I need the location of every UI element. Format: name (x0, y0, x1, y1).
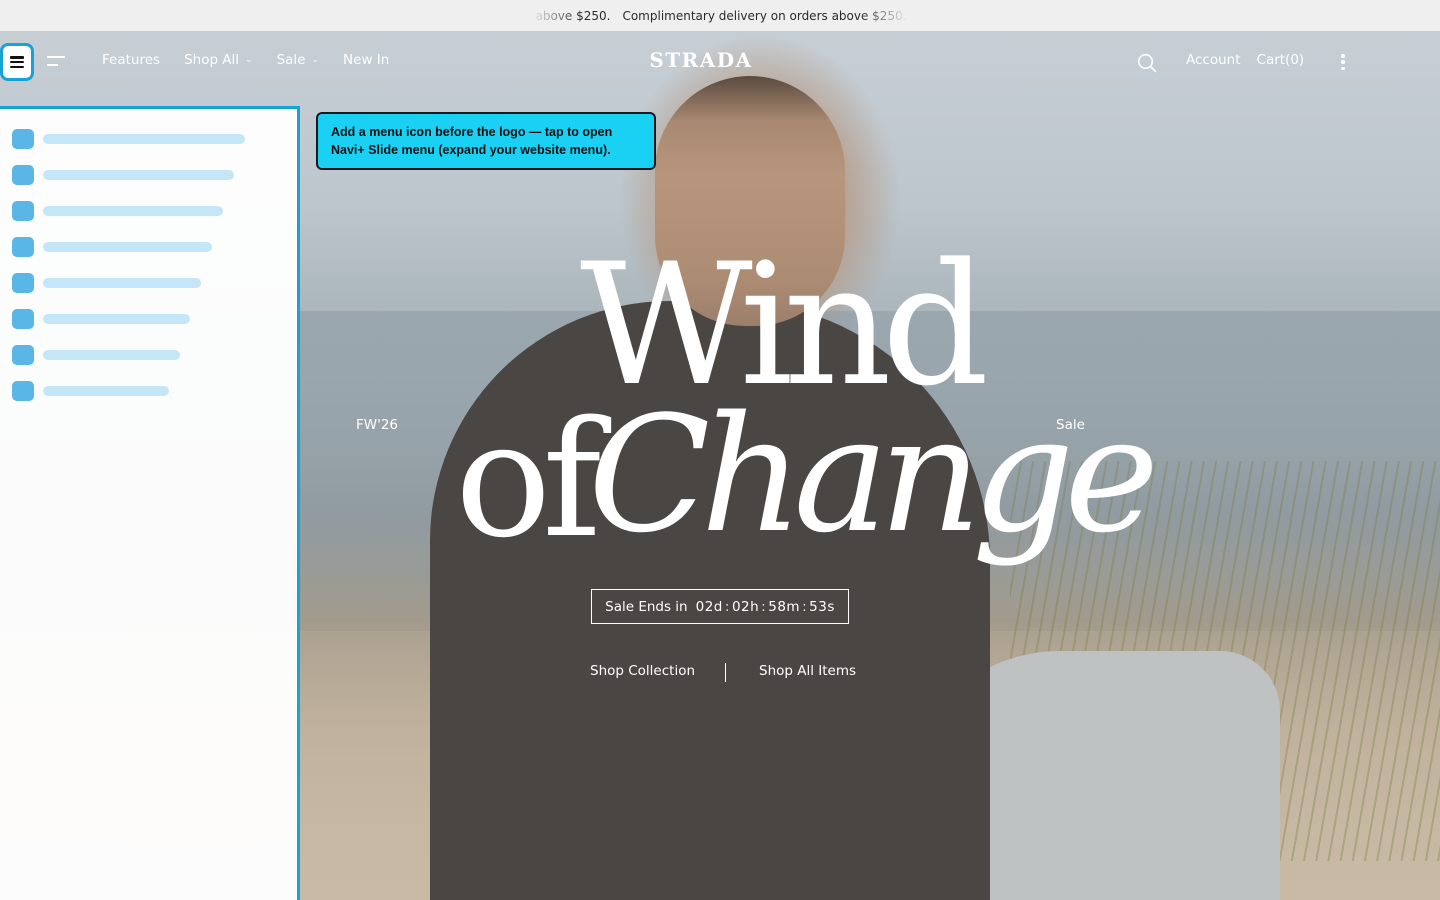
chevron-down-icon: ⌄ (311, 55, 320, 65)
announcement-bar: ers above $250. Complimentary delivery o… (0, 0, 1440, 31)
main-navigation: Features Shop All ⌄ Sale ⌄ New In (102, 52, 389, 68)
skeleton-menu-item (12, 165, 234, 185)
account-link[interactable]: Account (1186, 52, 1241, 68)
skeleton-menu-item (12, 129, 245, 149)
skeleton-menu-item (12, 237, 212, 257)
marquee-fade-right (860, 0, 920, 31)
countdown-separator: : (724, 598, 730, 615)
collection-label: FW'26 (356, 417, 399, 433)
cta-divider (725, 663, 726, 682)
nav-item-new-in[interactable]: New In (343, 52, 389, 68)
site-logo[interactable]: STRADA (646, 48, 756, 72)
more-vertical-icon[interactable] (1341, 54, 1345, 70)
countdown-label: Sale Ends in (605, 598, 688, 615)
menu-icon (10, 56, 24, 68)
skeleton-menu-item (12, 381, 169, 401)
countdown-minutes: 58m (768, 598, 801, 615)
slide-menu-preview (0, 106, 300, 900)
nav-item-label: Shop All (184, 52, 240, 68)
sale-countdown: Sale Ends in 02d : 02h : 58m : 53s (591, 589, 849, 624)
countdown-days: 02d (695, 598, 723, 615)
countdown-hours: 02h (731, 598, 760, 615)
nav-item-label: Features (102, 52, 161, 68)
shop-collection-link[interactable]: Shop Collection (590, 663, 695, 679)
countdown-seconds: 53s (809, 598, 835, 615)
skeleton-menu-item (12, 345, 180, 365)
nav-item-label: New In (343, 52, 390, 68)
skeleton-menu-item (12, 201, 223, 221)
search-icon[interactable] (1137, 53, 1157, 73)
cart-link[interactable]: Cart(0) (1257, 52, 1305, 68)
menu-icon-button[interactable] (0, 43, 34, 81)
nav-item-label: Sale (276, 52, 306, 68)
skeleton-menu-item (12, 273, 201, 293)
countdown-separator: : (802, 598, 808, 615)
lines-icon[interactable] (47, 56, 65, 66)
chevron-down-icon: ⌄ (245, 55, 253, 65)
onboarding-tooltip: Add a menu icon before the logo — tap to… (316, 112, 656, 170)
marquee-fade-left (520, 0, 580, 31)
hero-title-of: of (455, 386, 602, 573)
nav-item-shop-all[interactable]: Shop All ⌄ (184, 52, 253, 68)
nav-item-features[interactable]: Features (102, 52, 160, 68)
shop-all-items-link[interactable]: Shop All Items (759, 663, 856, 679)
skeleton-menu-item (12, 309, 190, 329)
hero-title-change: Change (588, 381, 1159, 568)
header-actions: Account Cart(0) (1186, 52, 1304, 68)
announcement-marquee: ers above $250. Complimentary delivery o… (520, 0, 920, 31)
countdown-separator: : (761, 598, 767, 615)
nav-item-sale[interactable]: Sale ⌄ (277, 52, 319, 68)
countdown-timer: 02d : 02h : 58m : 53s (696, 599, 835, 615)
